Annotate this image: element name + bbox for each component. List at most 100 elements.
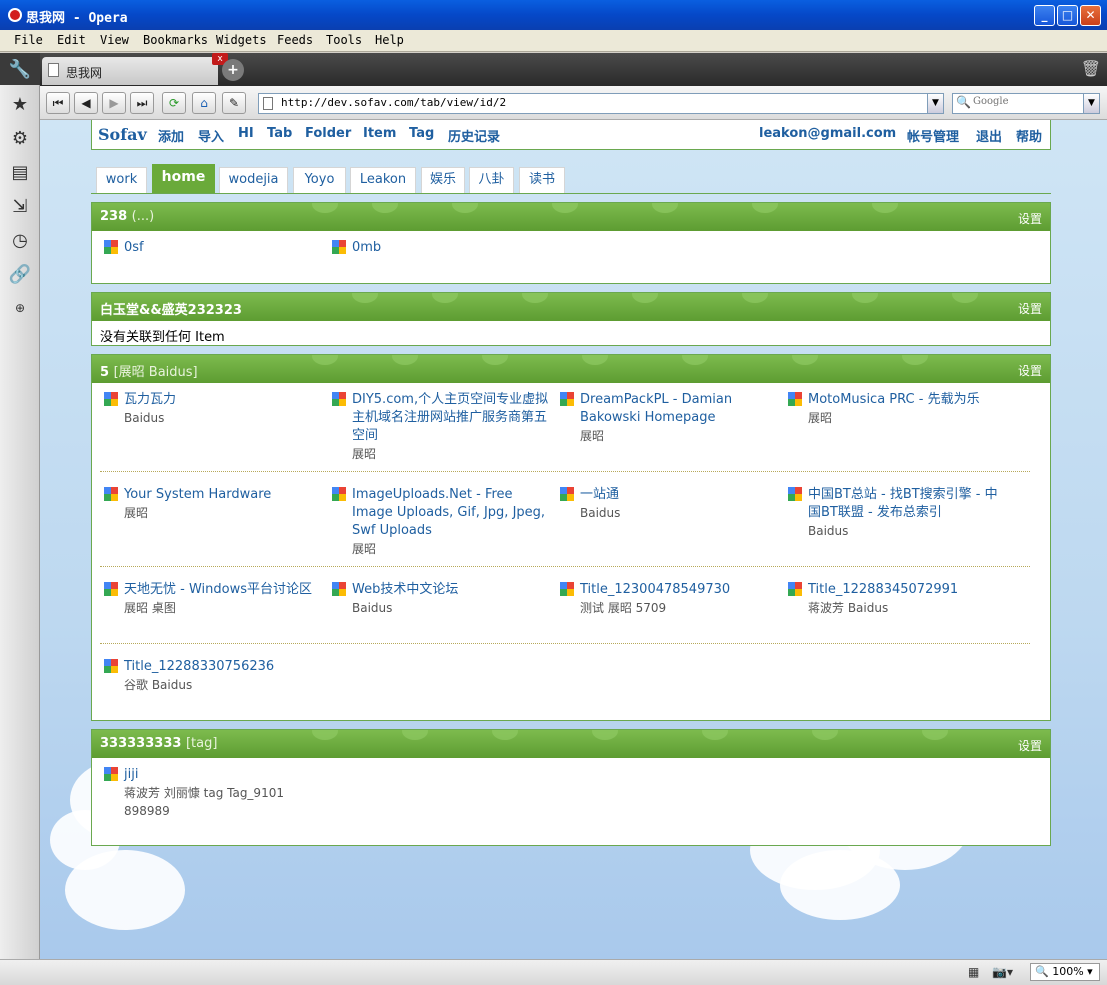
folder-title[interactable]: 白玉堂&&盛英232323 [100, 299, 242, 318]
links-panel-icon[interactable]: 🔗 [4, 259, 36, 289]
list-item[interactable]: Title_12288345072991 蒋波芳 Baidus [788, 581, 1008, 617]
transfers-panel-icon[interactable]: ⇲ [4, 191, 36, 221]
menu-edit[interactable]: Edit [57, 33, 86, 47]
folder-settings-link[interactable]: 设置 [1018, 300, 1042, 317]
account-email[interactable]: leakon@gmail.com [759, 126, 896, 141]
item-title[interactable]: 瓦力瓦力 [124, 391, 324, 409]
tab-entertainment[interactable]: 娱乐 [421, 167, 465, 193]
tab-reading[interactable]: 读书 [519, 167, 565, 193]
nav-item[interactable]: Item [363, 126, 396, 141]
item-title[interactable]: jiji [124, 766, 324, 784]
rewind-button[interactable]: ⏮ [46, 92, 70, 114]
list-item[interactable]: ImageUploads.Net - Free Image Uploads, G… [332, 486, 552, 558]
menu-tools[interactable]: Tools [326, 33, 362, 47]
item-title[interactable]: DreamPackPL - Damian Bakowski Homepage [580, 391, 780, 427]
nav-folder[interactable]: Folder [305, 126, 351, 141]
nav-add[interactable]: 添加 [158, 126, 184, 145]
close-button[interactable]: ✕ [1080, 5, 1101, 26]
list-item[interactable]: 中国BT总站 - 找BT搜索引擎 - 中国BT联盟 - 发布总索引 Baidus [788, 486, 1008, 540]
minimize-button[interactable]: _ [1034, 5, 1055, 26]
address-bar[interactable]: http://dev.sofav.com/tab/view/id/2 ▼ [258, 93, 944, 114]
item-title[interactable]: 一站通 [580, 486, 780, 504]
tab-wodejia[interactable]: wodejia [219, 167, 288, 193]
list-item[interactable]: 一站通 Baidus [560, 486, 780, 522]
list-item[interactable]: jiji 蒋波芳 刘丽慷 tag Tag_9101 898989 [104, 766, 324, 820]
item-title[interactable]: Title_12288345072991 [808, 581, 1008, 599]
nav-tab[interactable]: Tab [267, 126, 292, 141]
item-title[interactable]: Title_12300478549730 [580, 581, 780, 599]
help-link[interactable]: 帮助 [1016, 126, 1042, 145]
nav-tag[interactable]: Tag [409, 126, 434, 141]
trash-icon[interactable]: 🗑 [1081, 59, 1101, 78]
site-logo[interactable]: Sofav [98, 125, 147, 144]
camera-icon[interactable]: 📷▾ [992, 965, 1013, 979]
menu-bookmarks[interactable]: Bookmarks [143, 33, 208, 47]
add-panel-icon[interactable]: ⊕ [4, 293, 36, 323]
zoom-control[interactable]: 🔍 100% ▾ [1030, 963, 1100, 981]
notes-panel-icon[interactable]: ▤ [4, 157, 36, 187]
nav-history[interactable]: 历史记录 [448, 126, 500, 145]
fast-forward-button[interactable]: ⏭ [130, 92, 154, 114]
nav-hi[interactable]: HI [238, 126, 254, 141]
list-item[interactable]: Title_12300478549730 测试 展昭 5709 [560, 581, 780, 617]
item-title[interactable]: 0mb [352, 239, 552, 257]
widgets-panel-icon[interactable]: ⚙ [4, 123, 36, 153]
tab-yoyo[interactable]: Yoyo [293, 167, 346, 193]
item-title[interactable]: DIY5.com,个人主页空间专业虚拟主机域名注册网站推广服务商第五空间 [352, 391, 552, 445]
panel-toggle-button[interactable]: 🔧 [0, 53, 40, 85]
item-title[interactable]: 天地无忧 - Windows平台讨论区 [124, 581, 324, 599]
list-item[interactable]: 0sf [104, 239, 324, 257]
list-item[interactable]: DreamPackPL - Damian Bakowski Homepage 展… [560, 391, 780, 445]
item-title[interactable]: 0sf [124, 239, 324, 257]
folder-title[interactable]: 5 [展昭 Baidus] [100, 361, 198, 380]
item-title[interactable]: MotoMusica PRC - 先载为乐 [808, 391, 1008, 409]
list-item[interactable]: Web技术中文论坛 Baidus [332, 581, 552, 617]
back-button[interactable]: ◀ [74, 92, 98, 114]
list-item[interactable]: 瓦力瓦力 Baidus [104, 391, 324, 427]
item-title[interactable]: Web技术中文论坛 [352, 581, 552, 599]
search-engine-dropdown-icon[interactable]: ▼ [1083, 93, 1100, 114]
list-item[interactable]: 天地无忧 - Windows平台讨论区 展昭 桌图 [104, 581, 324, 617]
menu-help[interactable]: Help [375, 33, 404, 47]
tab-home[interactable]: home [152, 164, 215, 193]
item-title[interactable]: Title_12288330756236 [124, 658, 324, 676]
forward-button[interactable]: ▶ [102, 92, 126, 114]
menu-feeds[interactable]: Feeds [277, 33, 313, 47]
bookmarks-panel-icon[interactable]: ★ [4, 89, 36, 119]
list-item[interactable]: Title_12288330756236 谷歌 Baidus [104, 658, 324, 694]
wand-button[interactable]: ✎ [222, 92, 246, 114]
account-settings-link[interactable]: 帐号管理 [907, 126, 959, 145]
folder-header: 333333333 [tag] 设置 [92, 730, 1050, 758]
folder-title[interactable]: 238 (...) [100, 209, 154, 224]
folder-settings-link[interactable]: 设置 [1018, 210, 1042, 227]
item-title[interactable]: ImageUploads.Net - Free Image Uploads, G… [352, 486, 552, 540]
search-box[interactable]: 🔍 ▼ [952, 93, 1100, 114]
list-item[interactable]: DIY5.com,个人主页空间专业虚拟主机域名注册网站推广服务商第五空间 展昭 [332, 391, 552, 463]
history-panel-icon[interactable]: ◷ [4, 225, 36, 255]
search-input[interactable] [973, 96, 1083, 107]
folder-settings-link[interactable]: 设置 [1018, 737, 1042, 754]
list-item[interactable]: MotoMusica PRC - 先载为乐 展昭 [788, 391, 1008, 427]
list-item[interactable]: 0mb [332, 239, 552, 257]
menu-file[interactable]: File [14, 33, 43, 47]
menu-view[interactable]: View [100, 33, 129, 47]
maximize-button[interactable]: □ [1057, 5, 1078, 26]
item-title[interactable]: Your System Hardware [124, 486, 324, 504]
tab-leakon[interactable]: Leakon [350, 167, 416, 193]
home-button[interactable]: ⌂ [192, 92, 216, 114]
item-title[interactable]: 中国BT总站 - 找BT搜索引擎 - 中国BT联盟 - 发布总索引 [808, 486, 1008, 522]
network-icon[interactable]: ▦ [968, 965, 979, 979]
reload-button[interactable]: ⟳ [162, 92, 186, 114]
list-item[interactable]: Your System Hardware 展昭 [104, 486, 324, 522]
address-dropdown-icon[interactable]: ▼ [927, 93, 944, 114]
tab-work[interactable]: work [96, 167, 147, 193]
new-tab-button[interactable]: + [222, 59, 244, 81]
page-icon [48, 63, 59, 77]
menu-widgets[interactable]: Widgets [216, 33, 267, 47]
nav-import[interactable]: 导入 [198, 126, 224, 145]
browser-tab[interactable]: 思我网 x [42, 53, 228, 85]
folder-settings-link[interactable]: 设置 [1018, 362, 1042, 379]
folder-title[interactable]: 333333333 [tag] [100, 736, 217, 751]
logout-link[interactable]: 退出 [976, 126, 1002, 145]
tab-gossip[interactable]: 八卦 [469, 167, 514, 193]
